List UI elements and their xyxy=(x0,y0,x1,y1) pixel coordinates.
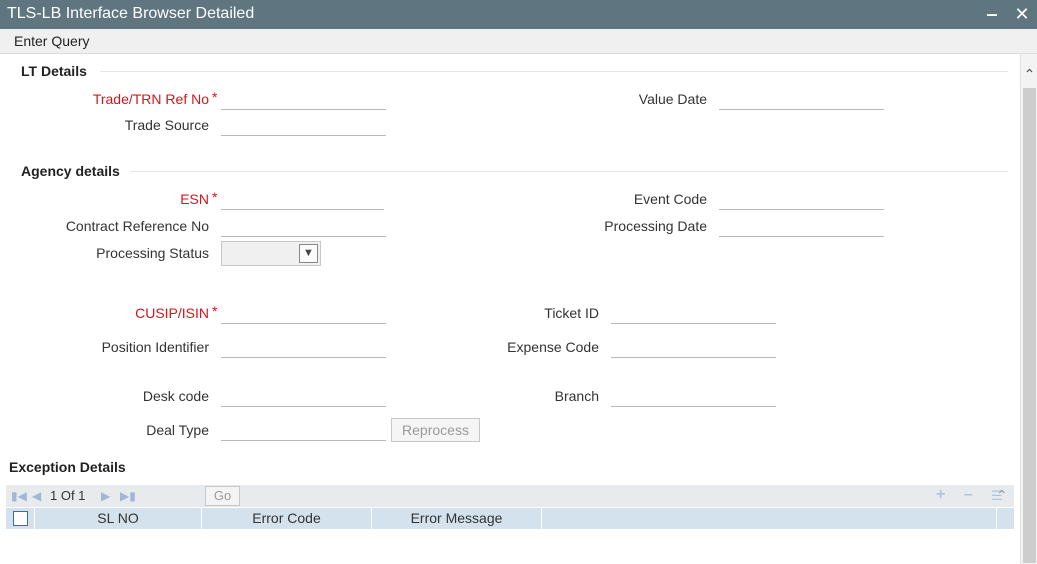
event-code-input[interactable] xyxy=(719,188,884,210)
col-error-message[interactable]: Error Message xyxy=(372,508,542,529)
value-date-input[interactable] xyxy=(719,88,884,110)
trade-source-input[interactable] xyxy=(221,114,386,136)
grid-header-divider xyxy=(996,508,997,529)
desk-code-label: Desk code xyxy=(142,388,209,404)
trade-ref-label: Trade/TRN Ref No xyxy=(92,91,209,107)
chevron-down-icon[interactable]: ▼ xyxy=(299,244,318,263)
agency-details-divider xyxy=(130,171,1008,172)
esn-input[interactable] xyxy=(221,188,384,210)
position-id-label: Position Identifier xyxy=(101,339,209,355)
next-page-icon[interactable]: ▶ xyxy=(101,488,110,504)
contract-ref-label: Contract Reference No xyxy=(65,218,209,234)
required-marker: * xyxy=(212,303,218,319)
esn-label: ESN xyxy=(180,191,209,207)
enter-query-menu-item[interactable]: Enter Query xyxy=(14,33,89,49)
title-bar: TLS-LB Interface Browser Detailed ‒ ✕ xyxy=(0,0,1037,29)
first-page-icon[interactable]: ▮◀ xyxy=(11,488,27,504)
exception-details-title: Exception Details xyxy=(9,459,126,475)
cusip-input[interactable] xyxy=(221,302,386,324)
desk-code-input[interactable] xyxy=(221,385,386,407)
deal-type-input[interactable] xyxy=(221,419,386,441)
branch-input[interactable] xyxy=(611,385,776,407)
event-code-label: Event Code xyxy=(633,191,707,207)
minus-icon[interactable]: – xyxy=(964,486,973,504)
col-sl-no[interactable]: SL NO xyxy=(34,508,202,529)
agency-details-title: Agency details xyxy=(21,163,120,179)
go-button[interactable]: Go xyxy=(205,486,240,506)
deal-type-label: Deal Type xyxy=(146,422,209,438)
page-indicator: 1 Of 1 xyxy=(50,488,86,503)
processing-date-label: Processing Date xyxy=(604,218,707,234)
branch-label: Branch xyxy=(554,388,599,404)
ticket-id-label: Ticket ID xyxy=(544,305,599,321)
scroll-up-icon[interactable]: ⌃ xyxy=(1021,66,1037,84)
select-all-checkbox[interactable] xyxy=(13,511,28,526)
lt-details-divider xyxy=(100,71,1008,72)
grid-header: SL NO Error Code Error Message xyxy=(6,508,1014,529)
processing-status-label: Processing Status xyxy=(96,245,209,261)
reprocess-button[interactable]: Reprocess xyxy=(391,418,480,442)
value-date-label: Value Date xyxy=(638,91,707,107)
expense-code-label: Expense Code xyxy=(507,339,599,355)
position-id-input[interactable] xyxy=(221,336,386,358)
plus-icon[interactable]: + xyxy=(936,486,945,504)
required-marker: * xyxy=(212,89,218,105)
trade-ref-input[interactable] xyxy=(221,88,386,110)
grid-scroll-up-icon[interactable]: ⌃ xyxy=(996,487,1008,504)
expense-code-input[interactable] xyxy=(611,336,776,358)
last-page-icon[interactable]: ▶▮ xyxy=(120,488,136,504)
minimize-icon[interactable]: ‒ xyxy=(982,4,1002,24)
required-marker: * xyxy=(212,189,218,205)
grid-toolbar: ▮◀ ◀ 1 Of 1 ▶ ▶▮ Go + – ☰ xyxy=(6,485,1014,507)
form-content: LT Details Trade/TRN Ref No * Value Date… xyxy=(0,54,1020,564)
window-title: TLS-LB Interface Browser Detailed xyxy=(7,5,255,22)
lt-details-title: LT Details xyxy=(21,63,87,79)
processing-status-select[interactable]: ▼ xyxy=(221,241,321,266)
processing-date-input[interactable] xyxy=(719,215,884,237)
contract-ref-input[interactable] xyxy=(221,215,386,237)
col-error-code[interactable]: Error Code xyxy=(202,508,372,529)
scroll-thumb[interactable] xyxy=(1023,88,1036,563)
prev-page-icon[interactable]: ◀ xyxy=(32,488,41,504)
page-scrollbar[interactable]: ⌃ xyxy=(1020,54,1037,564)
cusip-label: CUSIP/ISIN xyxy=(135,305,209,321)
menu-bar: Enter Query xyxy=(0,29,1037,54)
close-icon[interactable]: ✕ xyxy=(1012,4,1032,24)
ticket-id-input[interactable] xyxy=(611,302,776,324)
trade-source-label: Trade Source xyxy=(124,117,209,133)
